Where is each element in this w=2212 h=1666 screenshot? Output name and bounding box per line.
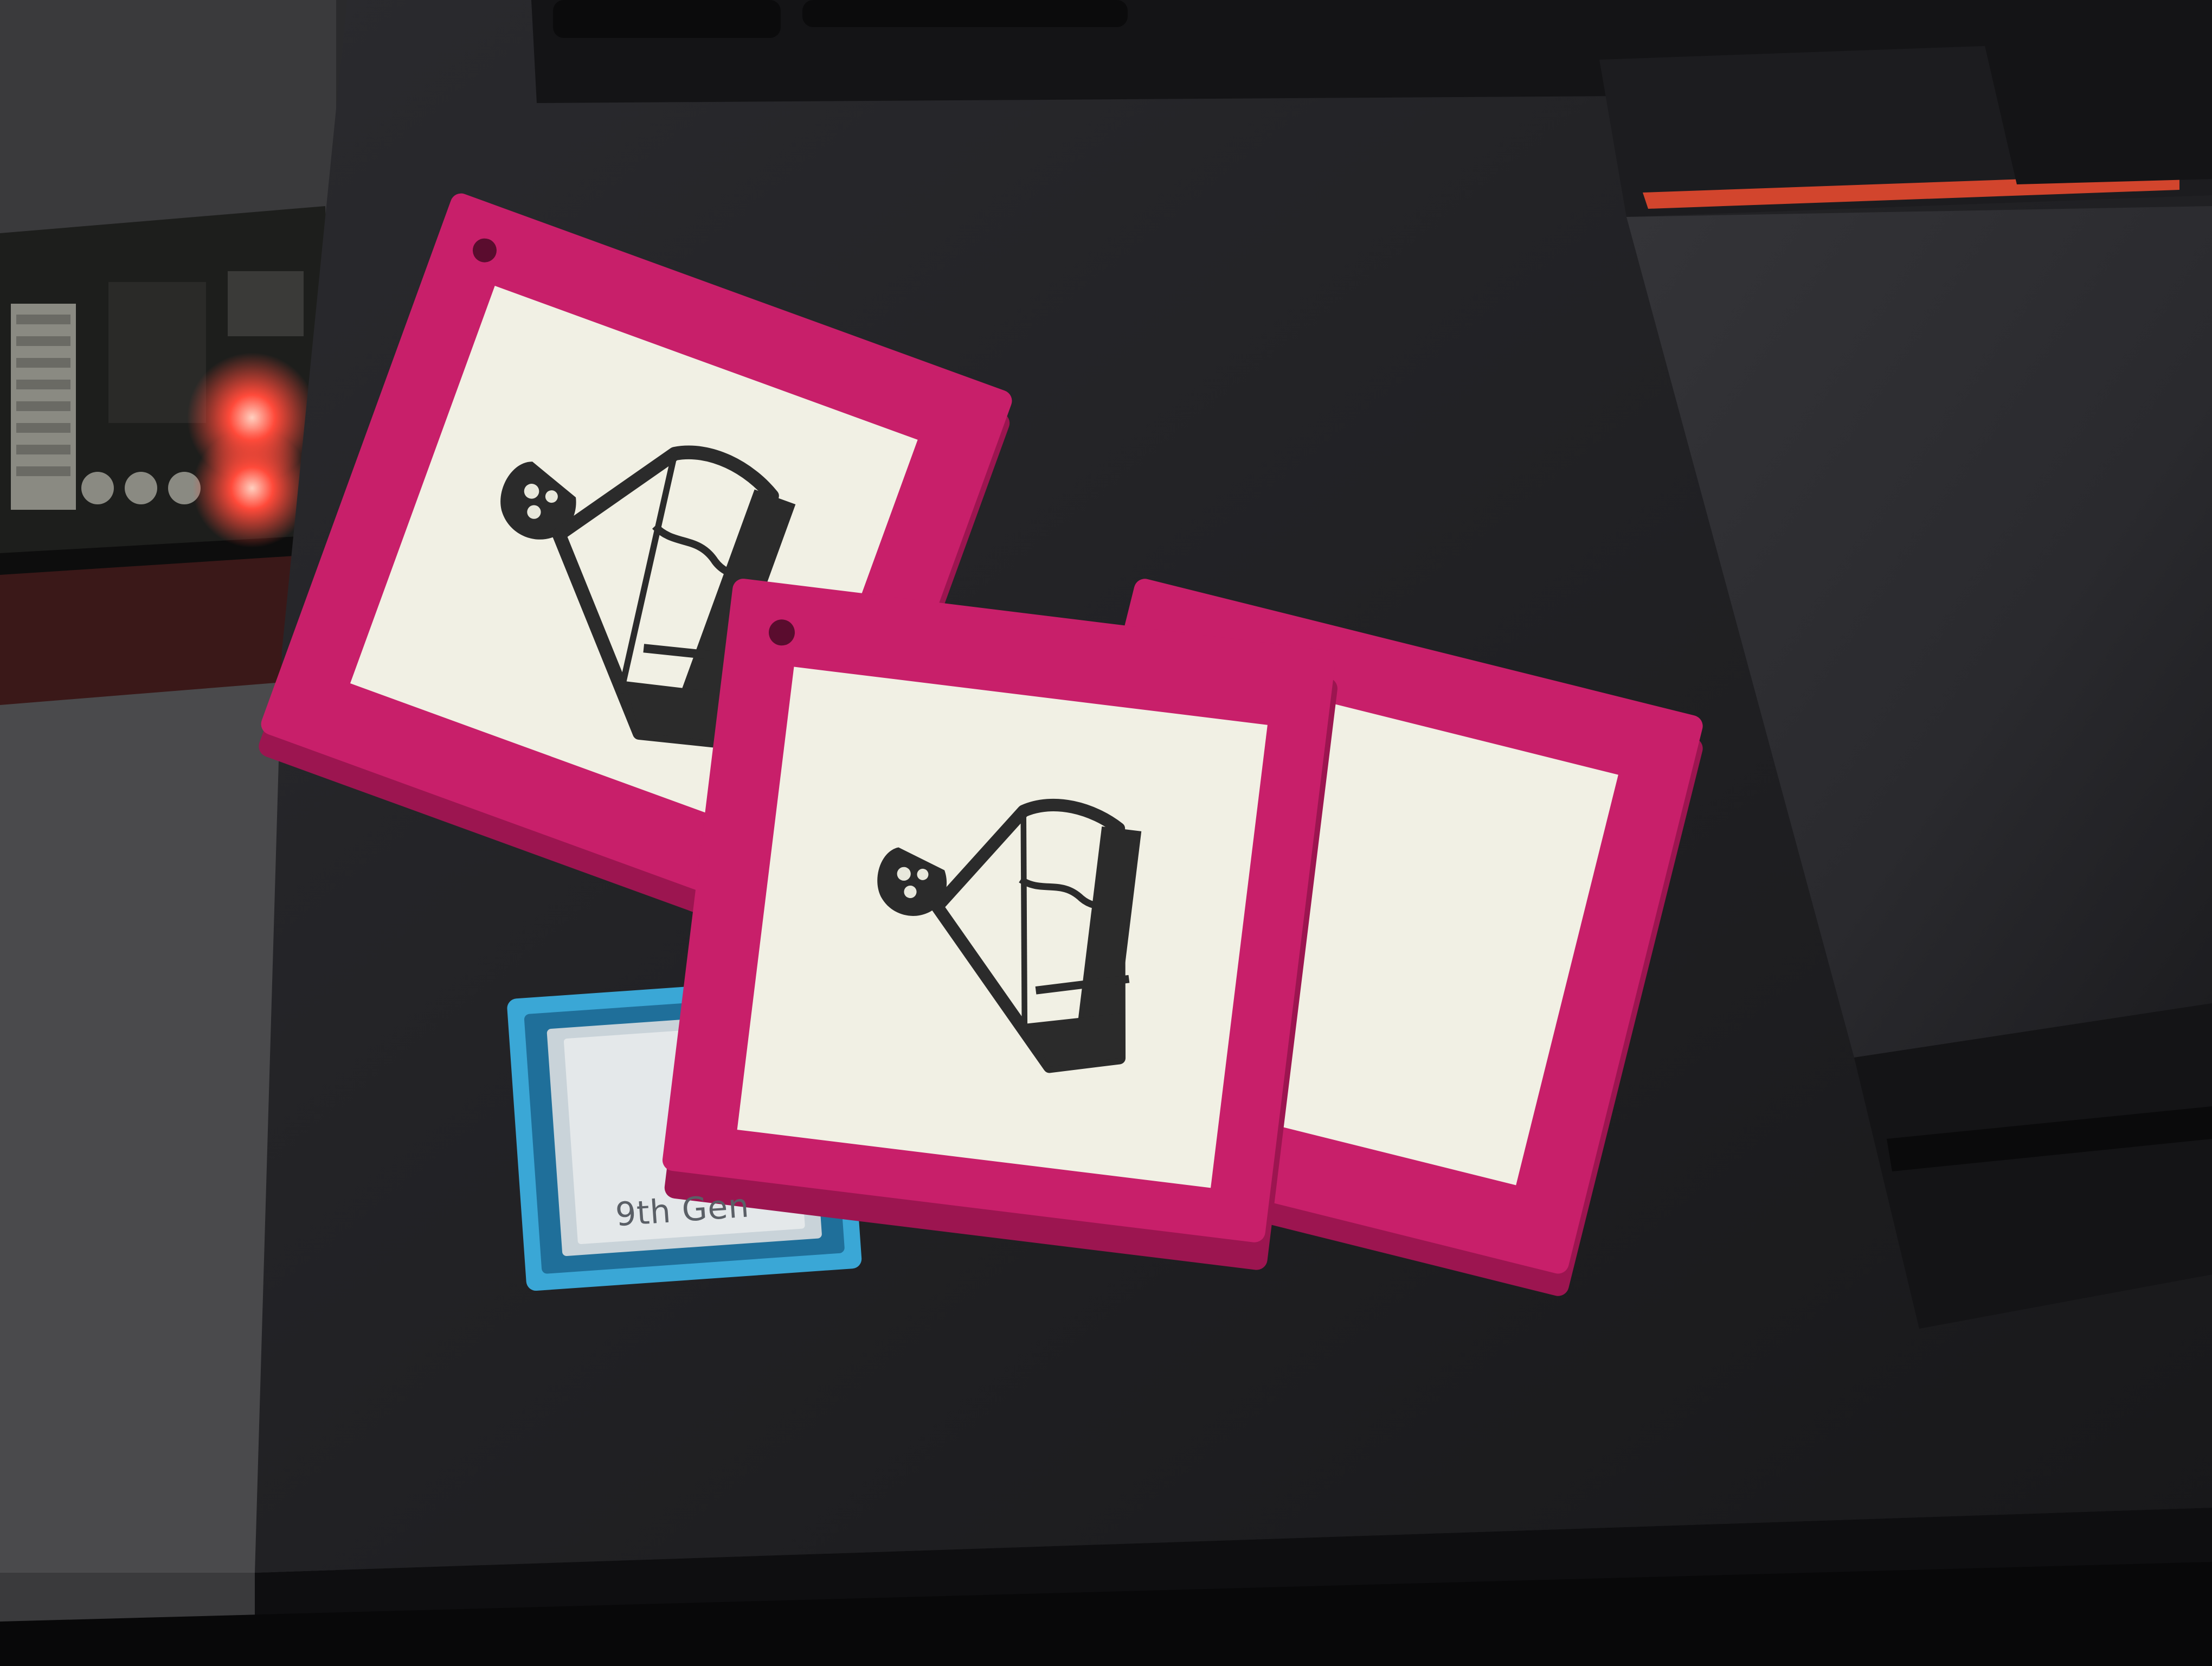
photo-drawing	[0, 0, 2212, 1666]
photo-scene: 9th Gen	[0, 0, 2212, 1666]
tile-front	[662, 579, 1338, 1270]
circuit-board	[0, 206, 336, 591]
